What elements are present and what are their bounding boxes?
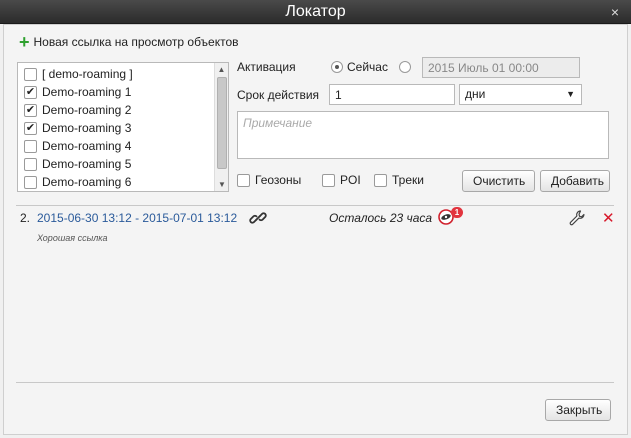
- unit-list-item[interactable]: [ demo-roaming ]: [24, 65, 228, 83]
- duration-unit-value: дни: [465, 87, 486, 101]
- plus-icon: +: [19, 32, 30, 52]
- unit-label: Demo-roaming 6: [42, 175, 132, 189]
- unit-label: Demo-roaming 3: [42, 121, 132, 135]
- add-button[interactable]: Добавить: [540, 170, 610, 192]
- unit-list-item[interactable]: ✔ Demo-roaming 2: [24, 101, 228, 119]
- close-button[interactable]: Закрыть: [545, 399, 611, 421]
- activation-now-label: Сейчас: [347, 60, 388, 74]
- geofences-label: Геозоны: [255, 173, 302, 187]
- unit-list-item[interactable]: Demo-roaming 6: [24, 173, 228, 191]
- dialog-body: + Новая ссылка на просмотр объектов [ de…: [3, 24, 628, 435]
- close-icon[interactable]: ×: [611, 0, 619, 24]
- unit-checkbox[interactable]: [24, 67, 37, 81]
- unit-label: Demo-roaming 5: [42, 157, 132, 171]
- unit-checkbox[interactable]: ✔: [24, 121, 37, 135]
- unit-checkbox[interactable]: [24, 175, 37, 189]
- tracks-checkbox[interactable]: [374, 173, 387, 187]
- wrench-icon[interactable]: [568, 209, 586, 230]
- unit-list-scrollbar[interactable]: ▲ ▼: [214, 63, 228, 191]
- unit-list-item[interactable]: Demo-roaming 7 (+2*ДУТ): [24, 191, 228, 192]
- activation-date-field[interactable]: [422, 57, 580, 78]
- unit-label: [ demo-roaming ]: [42, 67, 133, 81]
- scroll-up-icon[interactable]: ▲: [215, 63, 228, 76]
- duration-label: Срок действия: [237, 88, 320, 102]
- new-link-button[interactable]: + Новая ссылка на просмотр объектов: [19, 32, 239, 52]
- unit-checkbox[interactable]: ✔: [24, 103, 37, 117]
- unit-label: Demo-roaming 2: [42, 103, 132, 117]
- duration-unit-select[interactable]: дни ▼: [459, 84, 582, 105]
- poi-checkbox[interactable]: [322, 173, 335, 187]
- unit-label: Demo-roaming 4: [42, 139, 132, 153]
- unit-list: [ demo-roaming ] ✔ Demo-roaming 1 ✔ Demo-roa…: [17, 62, 229, 192]
- unit-list-item[interactable]: Demo-roaming 5: [24, 155, 228, 173]
- tracks-option[interactable]: Треки: [374, 173, 424, 187]
- unit-checkbox[interactable]: [24, 157, 37, 171]
- delete-icon[interactable]: ✕: [602, 209, 615, 227]
- unit-list-item[interactable]: Demo-roaming 4: [24, 137, 228, 155]
- unit-label: Demo-roaming 1: [42, 85, 132, 99]
- unit-list-item[interactable]: ✔ Demo-roaming 3: [24, 119, 228, 137]
- top-divider: [16, 205, 614, 206]
- new-link-label: Новая ссылка на просмотр объектов: [33, 35, 239, 49]
- poi-option[interactable]: POI: [322, 173, 361, 187]
- unit-checkbox[interactable]: [24, 139, 37, 153]
- geofences-checkbox[interactable]: [237, 173, 250, 187]
- views-badge: 1: [451, 207, 463, 218]
- unit-checkbox[interactable]: ✔: [24, 85, 37, 99]
- tracks-label: Треки: [392, 173, 424, 187]
- locator-window: Локатор × + Новая ссылка на просмотр объ…: [0, 0, 631, 438]
- geofences-option[interactable]: Геозоны: [237, 173, 301, 187]
- scroll-thumb[interactable]: [217, 77, 227, 169]
- remaining-time: Осталось 23 часа: [329, 211, 433, 225]
- scroll-down-icon[interactable]: ▼: [215, 178, 228, 191]
- duration-value-field[interactable]: [329, 84, 455, 105]
- chain-link-icon[interactable]: [249, 209, 267, 230]
- activation-label: Активация: [237, 60, 296, 74]
- link-number: 2.: [20, 211, 31, 225]
- activation-now-radio[interactable]: [331, 61, 343, 73]
- window-title: Локатор: [285, 3, 346, 20]
- poi-label: POI: [340, 173, 361, 187]
- unit-list-item[interactable]: ✔ Demo-roaming 1: [24, 83, 228, 101]
- note-field[interactable]: [237, 111, 609, 159]
- clear-button[interactable]: Очистить: [462, 170, 535, 192]
- bottom-divider: [16, 382, 614, 383]
- title-bar: Локатор ×: [0, 0, 631, 24]
- unit-items: [ demo-roaming ] ✔ Demo-roaming 1 ✔ Demo-roa…: [18, 63, 228, 192]
- link-period[interactable]: 2015-06-30 13:12 - 2015-07-01 13:12: [37, 211, 237, 225]
- link-row: 2. 2015-06-30 13:12 - 2015-07-01 13:12 О…: [20, 207, 616, 231]
- link-description: Хорошая ссылка: [37, 233, 108, 243]
- activation-date-radio[interactable]: [399, 61, 411, 73]
- chevron-down-icon: ▼: [566, 89, 575, 99]
